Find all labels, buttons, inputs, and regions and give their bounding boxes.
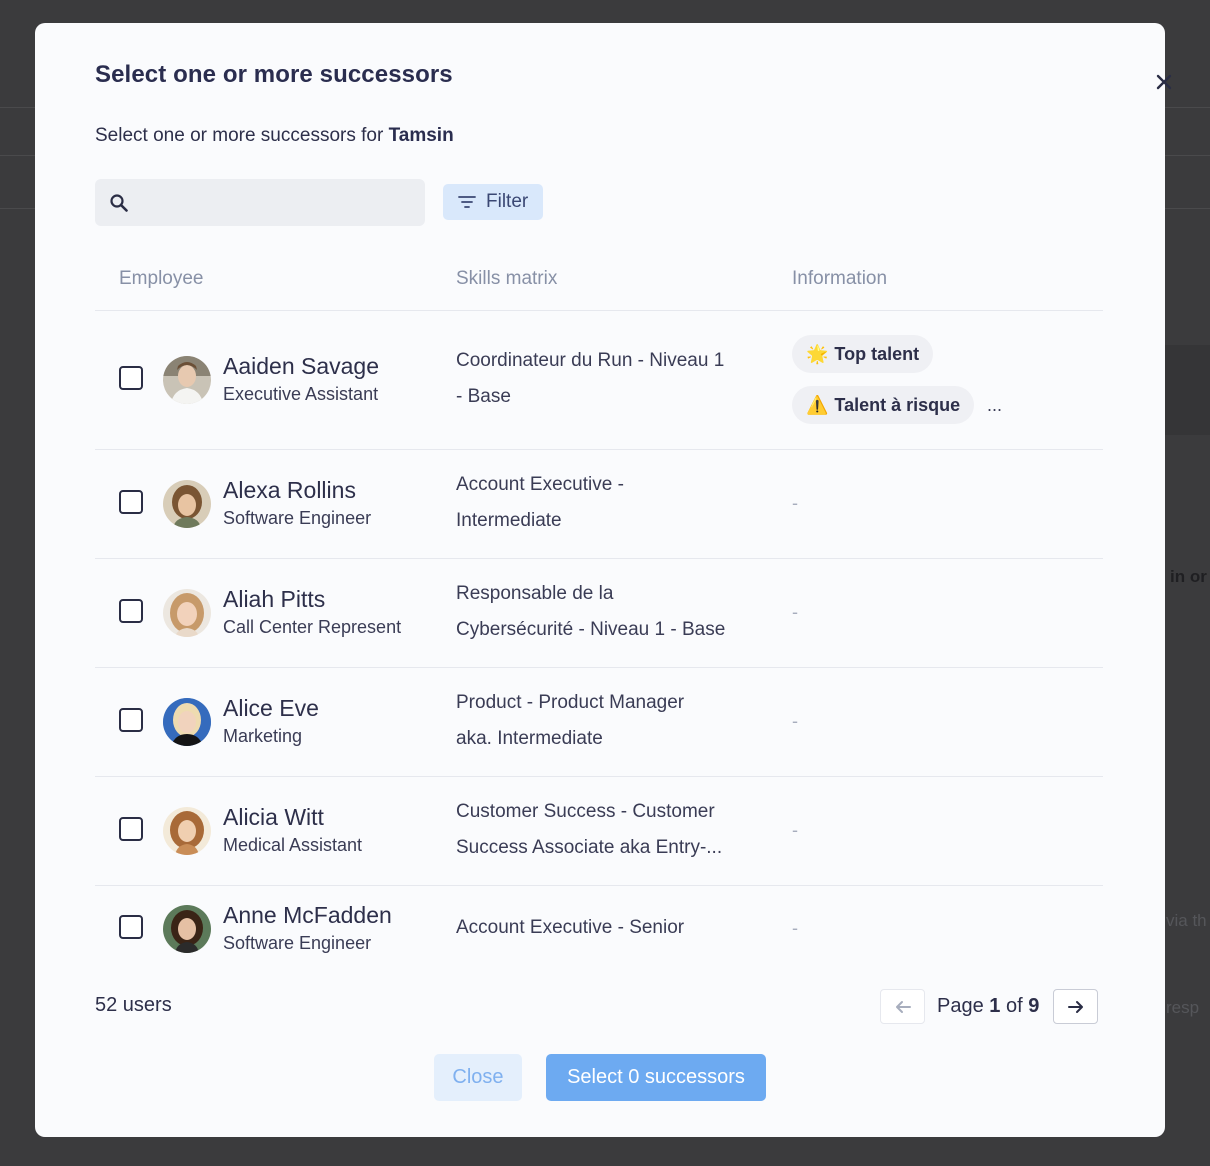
information-empty: - bbox=[792, 493, 798, 513]
avatar bbox=[163, 807, 211, 855]
previous-page-button[interactable] bbox=[880, 989, 925, 1024]
column-header-information[interactable]: Information bbox=[792, 268, 887, 290]
arrow-left-icon bbox=[895, 1000, 911, 1013]
employee-name: Anne McFadden bbox=[223, 902, 392, 928]
skills-line: Responsable de la bbox=[456, 583, 614, 604]
employee-name: Aliah Pitts bbox=[223, 586, 326, 612]
row-checkbox[interactable] bbox=[119, 366, 143, 390]
employee-role: Call Center Represent bbox=[223, 617, 402, 637]
page-indicator: Page 1 of 9 bbox=[937, 995, 1039, 1018]
table-row[interactable]: Alicia Witt Medical Assistant Customer S… bbox=[95, 777, 1103, 886]
information-empty: - bbox=[792, 820, 798, 840]
close-button[interactable]: Close bbox=[434, 1054, 522, 1101]
skills-matrix: Product - Product Manager aka. Intermedi… bbox=[456, 685, 756, 757]
search-box[interactable] bbox=[95, 179, 425, 226]
page-of: of bbox=[1005, 995, 1023, 1017]
skills-line: Intermediate bbox=[456, 510, 562, 531]
employee-name: Alexa Rollins bbox=[223, 477, 356, 503]
avatar bbox=[163, 589, 211, 637]
tag-top-talent: 🌟 Top talent bbox=[792, 335, 934, 373]
information-empty: - bbox=[792, 602, 798, 622]
skills-line: Product - Product Manager bbox=[456, 692, 685, 713]
skills-line: aka. Intermediate bbox=[456, 728, 603, 749]
background-card bbox=[1165, 345, 1210, 435]
filter-icon bbox=[458, 196, 476, 208]
employee-role: Medical Assistant bbox=[223, 835, 363, 855]
skills-line: Success Associate aka Entry-... bbox=[456, 837, 723, 858]
employee-name: Aaiden Savage bbox=[223, 353, 380, 379]
next-page-button[interactable] bbox=[1053, 989, 1098, 1024]
employee-name: Alice Eve bbox=[223, 695, 319, 721]
close-icon bbox=[1156, 74, 1172, 90]
warning-icon: ⚠️ bbox=[806, 394, 829, 415]
tag-label: Talent à risque bbox=[834, 394, 961, 415]
filter-label: Filter bbox=[486, 191, 529, 212]
modal-subtitle: Select one or more successors for Tamsin bbox=[95, 125, 454, 147]
skills-line: Account Executive - Senior bbox=[456, 917, 685, 938]
skills-line: Customer Success - Customer bbox=[456, 801, 715, 822]
row-checkbox[interactable] bbox=[119, 490, 143, 514]
page-current: 1 bbox=[989, 995, 1001, 1017]
modal-title: Select one or more successors bbox=[95, 61, 453, 88]
select-successors-button[interactable]: Select 0 successors bbox=[546, 1054, 766, 1101]
filter-button[interactable]: Filter bbox=[443, 184, 543, 220]
skills-matrix: Account Executive - Intermediate bbox=[456, 467, 756, 539]
row-checkbox[interactable] bbox=[119, 599, 143, 623]
arrow-right-icon bbox=[1067, 1000, 1083, 1013]
avatar bbox=[163, 356, 211, 404]
information-empty: - bbox=[792, 711, 798, 731]
tag-label: Top talent bbox=[834, 343, 920, 364]
skills-line: Cybersécurité - Niveau 1 - Base bbox=[456, 619, 726, 640]
table-row[interactable]: Anne McFadden Software Engineer Account … bbox=[95, 886, 1103, 968]
more-tags-indicator[interactable]: ... bbox=[987, 395, 1002, 416]
close-modal-button[interactable] bbox=[1151, 69, 1177, 95]
page-total: 9 bbox=[1028, 995, 1040, 1017]
avatar bbox=[163, 698, 211, 746]
successors-modal: Select one or more successors Select one… bbox=[35, 23, 1172, 1137]
page-prefix: Page bbox=[937, 995, 984, 1017]
skills-matrix: Coordinateur du Run - Niveau 1 - Base bbox=[456, 343, 756, 415]
background-text: resp bbox=[1166, 998, 1200, 1017]
skills-matrix: Responsable de la Cybersécurité - Niveau… bbox=[456, 576, 756, 648]
search-input[interactable] bbox=[139, 192, 409, 213]
employee-role: Software Engineer bbox=[223, 508, 372, 528]
subtitle-target-name: Tamsin bbox=[388, 125, 454, 146]
avatar bbox=[163, 905, 211, 953]
column-header-employee[interactable]: Employee bbox=[119, 268, 204, 290]
background-text: in or bbox=[1170, 567, 1207, 586]
row-checkbox[interactable] bbox=[119, 915, 143, 939]
row-checkbox[interactable] bbox=[119, 708, 143, 732]
employee-table: Employee Skills matrix Information Aaide… bbox=[95, 263, 1103, 968]
row-checkbox[interactable] bbox=[119, 817, 143, 841]
table-row[interactable]: Alice Eve Marketing Product - Product Ma… bbox=[95, 668, 1103, 777]
background-text: via th bbox=[1166, 911, 1207, 930]
table-row[interactable]: Alexa Rollins Software Engineer Account … bbox=[95, 450, 1103, 559]
column-header-skills[interactable]: Skills matrix bbox=[456, 268, 557, 290]
tag-talent-risk: ⚠️ Talent à risque bbox=[792, 386, 975, 424]
skills-line: Account Executive - bbox=[456, 474, 624, 495]
employee-role: Software Engineer bbox=[223, 933, 372, 953]
information-empty: - bbox=[792, 918, 798, 938]
skills-line: - Base bbox=[456, 386, 511, 407]
star-icon: 🌟 bbox=[806, 343, 829, 364]
subtitle-text: Select one or more successors for bbox=[95, 125, 384, 146]
users-count: 52 users bbox=[95, 994, 172, 1016]
employee-role: Executive Assistant bbox=[223, 384, 379, 404]
avatar bbox=[163, 480, 211, 528]
table-row[interactable]: Aliah Pitts Call Center Represent Respon… bbox=[95, 559, 1103, 668]
employee-name: Alicia Witt bbox=[223, 804, 324, 830]
search-icon bbox=[110, 193, 128, 212]
table-row[interactable]: Aaiden Savage Executive Assistant Coordi… bbox=[95, 311, 1103, 450]
skills-line: Coordinateur du Run - Niveau 1 bbox=[456, 350, 725, 371]
table-header: Employee Skills matrix Information bbox=[95, 263, 1103, 311]
skills-matrix: Account Executive - Senior bbox=[456, 910, 756, 946]
skills-matrix: Customer Success - Customer Success Asso… bbox=[456, 794, 756, 866]
employee-role: Marketing bbox=[223, 726, 303, 746]
